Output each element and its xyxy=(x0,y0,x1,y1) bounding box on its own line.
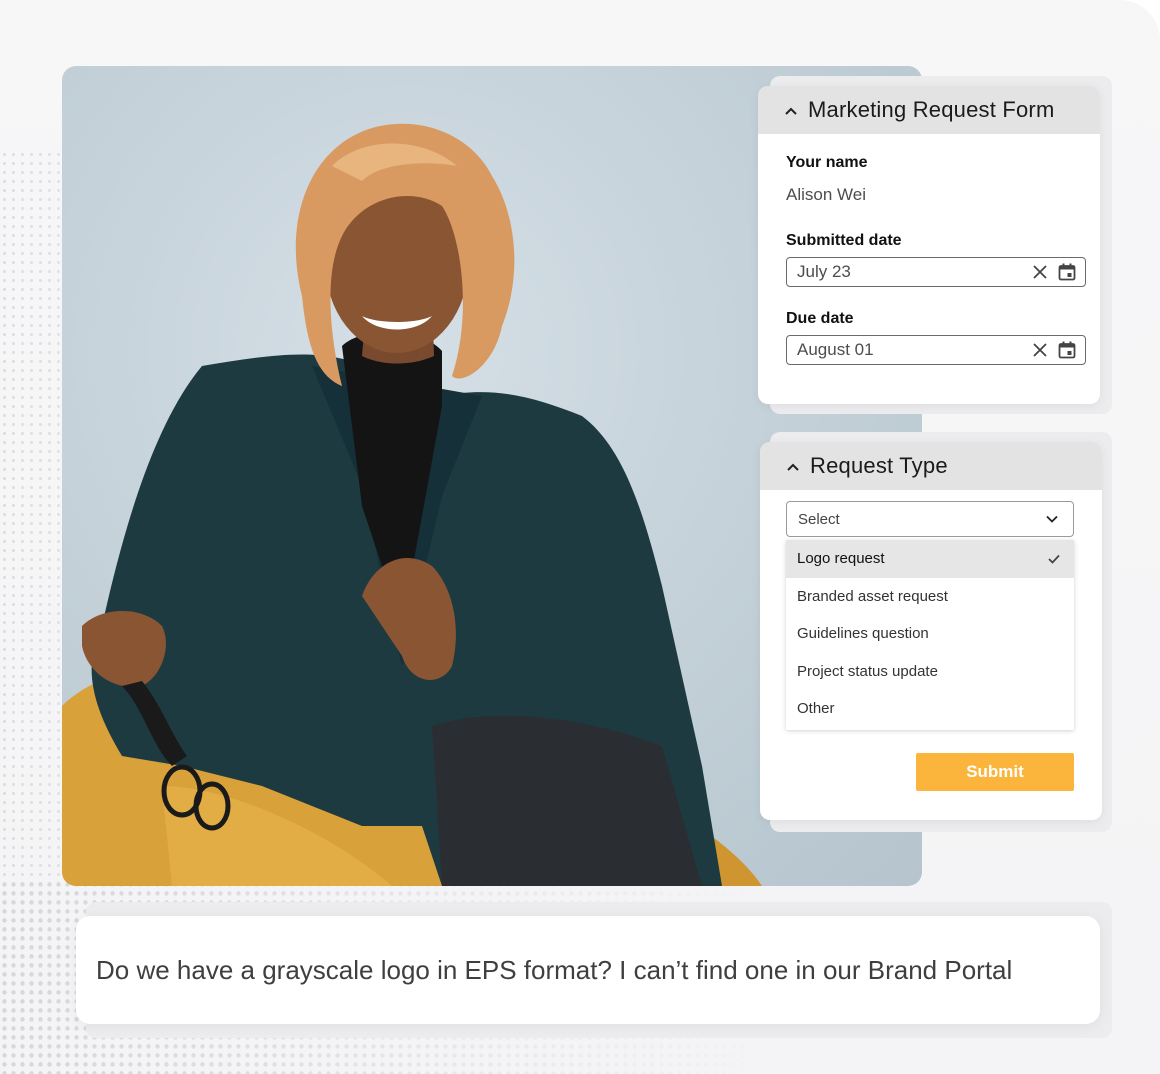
request-type-select[interactable]: Select xyxy=(786,501,1074,537)
your-name-value: Alison Wei xyxy=(786,185,866,204)
chevron-down-icon xyxy=(1046,515,1058,523)
submitted-date-label: Submitted date xyxy=(786,232,902,249)
request-type-dropdown: Logo request Branded asset request Guide… xyxy=(786,540,1074,730)
submit-button[interactable]: Submit xyxy=(916,753,1074,791)
close-icon[interactable] xyxy=(1031,341,1049,359)
select-value: Select xyxy=(798,510,840,528)
option-project-status-update[interactable]: Project status update xyxy=(786,653,1074,691)
form-title: Marketing Request Form xyxy=(808,97,1055,122)
option-logo-request[interactable]: Logo request xyxy=(786,540,1074,578)
option-guidelines-question[interactable]: Guidelines question xyxy=(786,615,1074,653)
option-branded-asset-request[interactable]: Branded asset request xyxy=(786,578,1074,616)
submitted-date-value: July 23 xyxy=(797,262,851,281)
request-type-title: Request Type xyxy=(810,453,948,478)
due-date-value: August 01 xyxy=(797,340,874,359)
chevron-up-icon[interactable] xyxy=(786,460,800,474)
option-label: Project status update xyxy=(797,662,938,680)
option-label: Other xyxy=(797,700,835,718)
marketing-request-form: Marketing Request Form Your name Alison … xyxy=(758,86,1100,404)
due-date-label: Due date xyxy=(786,310,854,327)
due-date-field[interactable]: August 01 xyxy=(786,335,1086,365)
chat-message-text: Do we have a grayscale logo in EPS forma… xyxy=(96,954,1013,985)
calendar-icon[interactable] xyxy=(1058,263,1076,281)
request-type-header[interactable]: Request Type xyxy=(760,442,1102,490)
form-header[interactable]: Marketing Request Form xyxy=(758,86,1100,134)
option-other[interactable]: Other xyxy=(786,690,1074,728)
option-label: Guidelines question xyxy=(797,625,929,643)
check-icon xyxy=(1048,554,1060,564)
submitted-date-field[interactable]: July 23 xyxy=(786,257,1086,287)
option-label: Branded asset request xyxy=(797,587,948,605)
close-icon[interactable] xyxy=(1031,263,1049,281)
request-type-card: Request Type Select Logo request Branded… xyxy=(760,442,1102,820)
calendar-icon[interactable] xyxy=(1058,341,1076,359)
chat-message-bubble: Do we have a grayscale logo in EPS forma… xyxy=(76,916,1100,1024)
your-name-label: Your name xyxy=(786,154,868,171)
chevron-up-icon[interactable] xyxy=(784,104,798,118)
option-label: Logo request xyxy=(797,550,885,568)
